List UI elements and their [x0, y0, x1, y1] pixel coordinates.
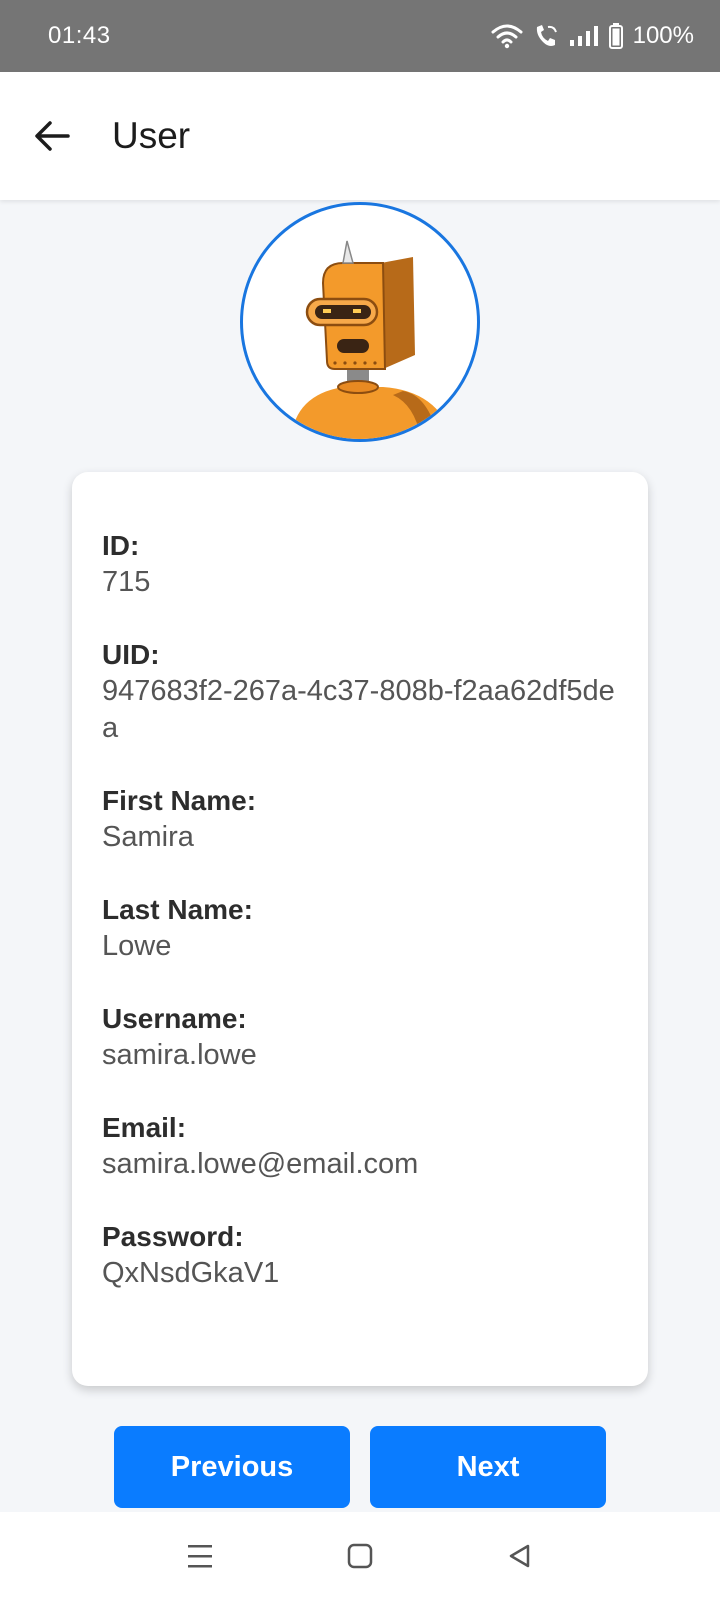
field-value: samira.lowe [102, 1039, 257, 1071]
wifi-icon [491, 23, 523, 49]
avatar [240, 202, 480, 442]
user-details-card: ID: 715 UID: 947683f2-267a-4c37-808b-f2a… [72, 472, 648, 1386]
field-last-name: Last Name: Lowe [102, 892, 618, 965]
field-label: UID: [102, 639, 160, 670]
field-label: Last Name: [102, 894, 253, 925]
app-bar: User [0, 72, 720, 200]
system-nav-bar [0, 1512, 720, 1600]
field-username: Username: samira.lowe [102, 1001, 618, 1074]
status-time: 01:43 [48, 22, 111, 49]
back-button[interactable] [20, 104, 84, 168]
field-value: 947683f2-267a-4c37-808b-f2aa62df5dea [102, 675, 615, 744]
field-value: Lowe [102, 930, 172, 962]
field-value: samira.lowe@email.com [102, 1148, 419, 1180]
signal-icon [569, 25, 599, 47]
previous-button[interactable]: Previous [114, 1426, 350, 1508]
field-uid: UID: 947683f2-267a-4c37-808b-f2aa62df5de… [102, 637, 618, 747]
field-value: QxNsdGkaV1 [102, 1257, 280, 1289]
page-title: User [112, 115, 191, 156]
field-value: 715 [102, 566, 151, 598]
battery-icon [608, 23, 623, 49]
back-triangle-icon [509, 1544, 530, 1568]
field-label: First Name: [102, 785, 257, 816]
field-label: Email: [102, 1112, 187, 1143]
next-button[interactable]: Next [370, 1426, 606, 1508]
wifi-call-icon [533, 23, 559, 49]
field-first-name: First Name: Samira [102, 783, 618, 856]
field-email: Email: samira.lowe@email.com [102, 1110, 618, 1183]
field-value: Samira [102, 821, 194, 853]
field-label: Password: [102, 1221, 244, 1252]
field-label: Username: [102, 1003, 247, 1034]
field-id: ID: 715 [102, 528, 618, 601]
recent-apps-icon [188, 1545, 212, 1568]
battery-percent: 100% [632, 22, 694, 49]
status-icons: 100% [491, 22, 694, 50]
robot-avatar-icon [291, 240, 453, 439]
home-button[interactable] [330, 1526, 390, 1586]
home-icon [347, 1543, 373, 1569]
arrow-left-icon [35, 121, 70, 151]
field-label: ID: [102, 530, 140, 561]
status-bar: 01:43 100% [0, 0, 720, 72]
field-password: Password: QxNsdGkaV1 [102, 1219, 618, 1292]
system-back-button[interactable] [490, 1526, 550, 1586]
recent-apps-button[interactable] [170, 1526, 230, 1586]
